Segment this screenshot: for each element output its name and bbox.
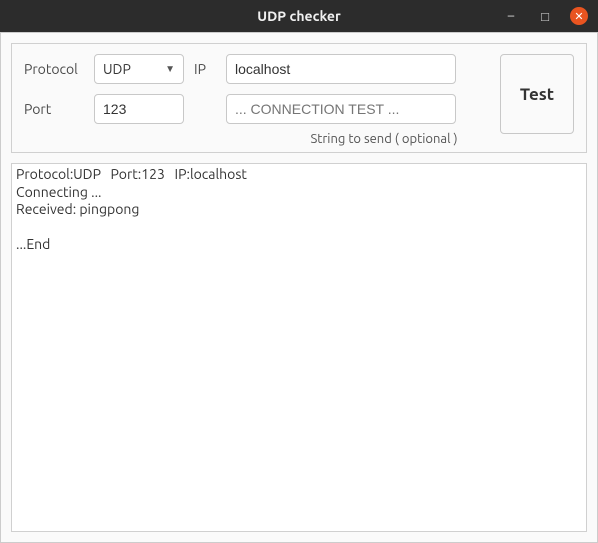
protocol-select[interactable]: UDP ▼ <box>94 54 184 84</box>
maximize-icon[interactable]: □ <box>536 7 554 25</box>
titlebar: UDP checker – □ ✕ <box>0 0 598 32</box>
ip-label: IP <box>194 61 216 77</box>
send-string-hint: String to send ( optional ) <box>194 132 574 146</box>
window-title: UDP checker <box>257 8 340 24</box>
send-string-field[interactable] <box>226 94 456 124</box>
port-label: Port <box>24 101 84 117</box>
test-button[interactable]: Test <box>500 54 574 134</box>
window-body: Protocol UDP ▼ IP Port Test <box>0 32 598 543</box>
close-icon[interactable]: ✕ <box>570 7 588 25</box>
minimize-icon[interactable]: – <box>502 7 520 25</box>
output-text: Protocol:UDP Port:123 IP:localhost Conne… <box>12 164 586 256</box>
ip-field[interactable] <box>226 54 456 84</box>
output-panel: Protocol:UDP Port:123 IP:localhost Conne… <box>11 163 587 532</box>
chevron-down-icon: ▼ <box>165 63 175 75</box>
protocol-label: Protocol <box>24 61 84 77</box>
window-controls: – □ ✕ <box>502 7 588 25</box>
port-field[interactable] <box>94 94 184 124</box>
protocol-value: UDP <box>103 61 131 77</box>
connection-panel: Protocol UDP ▼ IP Port Test <box>11 43 587 153</box>
